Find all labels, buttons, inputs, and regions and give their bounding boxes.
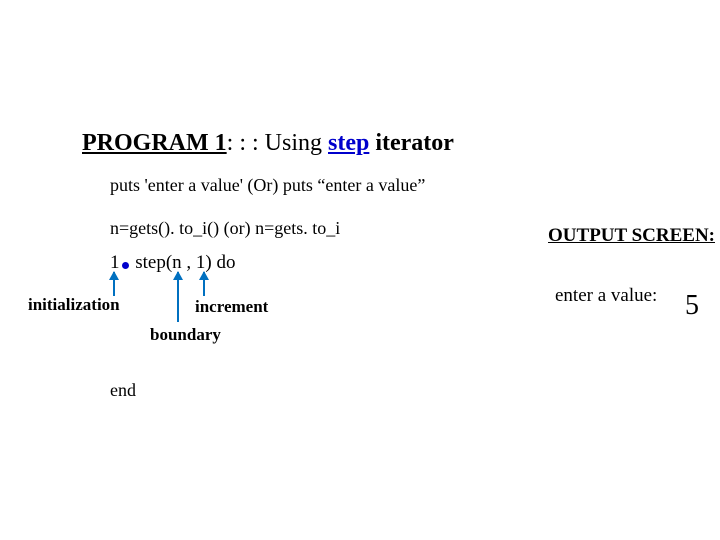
title-colon: : : : Using <box>227 130 328 156</box>
code-line-3-b: step(n , 1) do <box>131 252 236 273</box>
code-line-2: n=gets(). to_i() (or) n=gets. to_i <box>110 218 340 239</box>
title-step: step <box>328 130 369 156</box>
output-number: 5 <box>685 290 699 322</box>
code-end: end <box>110 380 136 401</box>
arrow-increment <box>203 272 205 296</box>
label-increment: increment <box>195 297 268 317</box>
dot-icon <box>122 262 129 269</box>
output-text: enter a value: <box>555 285 657 307</box>
label-boundary: boundary <box>150 325 221 345</box>
code-line-1: puts 'enter a value' (Or) puts “enter a … <box>110 175 425 196</box>
label-initialization: initialization <box>28 295 120 315</box>
title-program: PROGRAM 1 <box>82 130 227 156</box>
output-screen-title: OUTPUT SCREEN: <box>548 225 715 247</box>
slide-title: PROGRAM 1: : : Using step iterator <box>82 130 454 157</box>
code-line-3-a: 1 <box>110 252 120 273</box>
slide: PROGRAM 1: : : Using step iterator puts … <box>0 0 720 540</box>
arrow-boundary <box>177 272 179 322</box>
arrow-initialization <box>113 272 115 296</box>
title-rest: iterator <box>369 130 454 156</box>
